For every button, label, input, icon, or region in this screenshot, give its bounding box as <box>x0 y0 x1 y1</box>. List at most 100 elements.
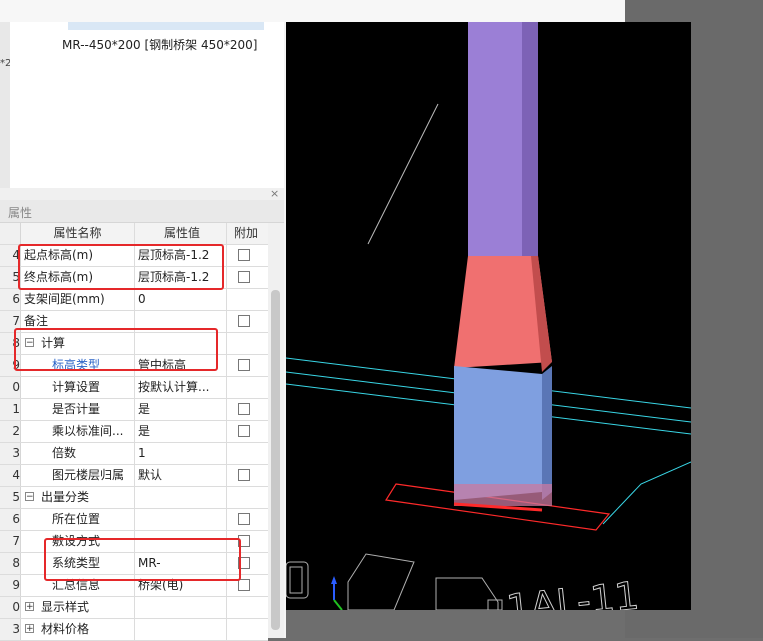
row-number: 9 <box>0 575 21 596</box>
floor-label-text: 1AL-11 <box>504 573 641 610</box>
property-name-cell[interactable]: 是否计量 <box>21 399 135 420</box>
axis-gizmo <box>331 576 343 610</box>
property-name-cell[interactable]: 所在位置 <box>21 509 135 530</box>
property-extra-cell <box>224 399 268 420</box>
property-name-cell[interactable]: + 显示样式 <box>21 597 135 618</box>
3d-viewport[interactable]: 1AL-11 <box>286 22 691 610</box>
property-row[interactable]: 4 图元楼层归属 默认 <box>0 465 268 487</box>
property-name-cell[interactable]: − 出量分类 <box>21 487 135 508</box>
property-value[interactable] <box>135 597 227 618</box>
property-name: 是否计量 <box>52 402 101 416</box>
property-value[interactable]: 默认 <box>135 465 227 486</box>
property-name: 计算设置 <box>52 380 101 394</box>
property-extra-cell <box>224 377 268 398</box>
diagonal-guide-line <box>367 103 439 245</box>
column-header-value[interactable]: 属性值 <box>135 223 227 244</box>
row-number: 2 <box>0 421 21 442</box>
property-extra-cell <box>224 619 268 640</box>
expand-icon[interactable]: + <box>25 624 34 634</box>
property-value[interactable] <box>135 619 227 640</box>
property-extra-cell <box>224 487 268 508</box>
expand-icon[interactable]: + <box>25 602 34 612</box>
annotation-box-system <box>44 538 241 581</box>
property-extra-cell <box>224 421 268 442</box>
property-name: 支架间距(mm) <box>24 292 105 306</box>
property-value[interactable]: 按默认计算... <box>135 377 227 398</box>
extra-checkbox[interactable] <box>238 271 250 283</box>
property-extra-cell <box>224 289 268 310</box>
property-value[interactable] <box>135 509 227 530</box>
property-name-cell[interactable]: + 材料价格 <box>21 619 135 640</box>
base-pink <box>454 484 552 506</box>
lower-blue-side <box>542 366 552 500</box>
row-number: 8 <box>0 553 21 574</box>
property-name-cell[interactable]: 计算设置 <box>21 377 135 398</box>
properties-panel-header <box>0 188 284 200</box>
property-extra-cell <box>224 333 268 354</box>
property-row[interactable]: 0 计算设置 按默认计算... <box>0 377 268 399</box>
property-value[interactable]: 1 <box>135 443 227 464</box>
row-number: 6 <box>0 289 21 310</box>
property-row[interactable]: 2 乘以标准间... 是 <box>0 421 268 443</box>
selected-item-highlight <box>68 22 264 30</box>
property-row[interactable]: 6 支架间距(mm) 0 <box>0 289 268 311</box>
property-row[interactable]: 6 所在位置 <box>0 509 268 531</box>
property-value[interactable]: 0 <box>135 289 227 310</box>
property-extra-cell <box>224 245 268 266</box>
extra-checkbox[interactable] <box>238 469 250 481</box>
extra-checkbox[interactable] <box>238 425 250 437</box>
property-name: 倍数 <box>52 446 77 460</box>
property-extra-cell <box>224 597 268 618</box>
row-number: 4 <box>0 465 21 486</box>
property-row[interactable]: 5− 出量分类 <box>0 487 268 509</box>
component-list-pane[interactable]: MR--450*200 [钢制桥架 450*200] <box>10 22 284 188</box>
property-name-cell[interactable]: 乘以标准间... <box>21 421 135 442</box>
grid-rows: 4 起点标高(m) 层顶标高-1.2 5 终点标高(m) 层顶标高-1.2 6 支架间距(mm… <box>0 245 268 641</box>
collapse-icon[interactable]: − <box>25 492 34 502</box>
top-strip <box>0 0 625 24</box>
property-extra-cell <box>224 443 268 464</box>
annotation-box-calc <box>14 328 218 371</box>
property-name: 乘以标准间... <box>52 424 124 438</box>
grid-header-row: 属性名称 属性值 附加 <box>0 223 268 245</box>
property-extra-cell <box>224 465 268 486</box>
property-value[interactable]: 是 <box>135 421 227 442</box>
row-number: 3 <box>0 443 21 464</box>
row-number: 0 <box>0 377 21 398</box>
property-extra-cell <box>224 311 268 332</box>
row-number: 6 <box>0 509 21 530</box>
property-name: 所在位置 <box>52 512 101 526</box>
property-row[interactable]: 1 是否计量 是 <box>0 399 268 421</box>
property-extra-cell <box>224 509 268 530</box>
extra-checkbox[interactable] <box>238 315 250 327</box>
property-name-cell[interactable]: 倍数 <box>21 443 135 464</box>
property-name: 材料价格 <box>41 622 90 636</box>
scrollbar-thumb[interactable] <box>271 290 280 630</box>
extra-checkbox[interactable] <box>238 579 250 591</box>
extra-checkbox[interactable] <box>238 403 250 415</box>
property-name: 图元楼层归属 <box>52 468 125 482</box>
close-icon[interactable]: × <box>270 188 279 200</box>
column-header-extra[interactable]: 附加 <box>224 223 268 244</box>
extra-checkbox[interactable] <box>238 359 250 371</box>
property-extra-cell <box>224 267 268 288</box>
property-row[interactable]: 3 倍数 1 <box>0 443 268 465</box>
column-header-name[interactable]: 属性名称 <box>21 223 135 244</box>
property-row[interactable]: 0 + 显示样式 <box>0 597 268 619</box>
extra-checkbox[interactable] <box>238 249 250 261</box>
lower-blue-front <box>454 366 542 500</box>
property-value[interactable] <box>135 487 227 508</box>
row-number-header <box>0 223 21 244</box>
row-number: 5 <box>0 487 21 508</box>
component-list-item[interactable]: MR--450*200 [钢制桥架 450*200] <box>62 36 257 53</box>
row-number: 7 <box>0 531 21 552</box>
properties-title-bar: 属性 <box>0 200 284 223</box>
extra-checkbox[interactable] <box>238 513 250 525</box>
property-extra-cell <box>224 355 268 376</box>
bottom-sketch <box>286 553 503 610</box>
property-name-cell[interactable]: 图元楼层归属 <box>21 465 135 486</box>
property-name-cell[interactable]: 支架间距(mm) <box>21 289 135 310</box>
column-purple-side <box>522 22 538 262</box>
property-value[interactable]: 是 <box>135 399 227 420</box>
row-number: 1 <box>0 399 21 420</box>
